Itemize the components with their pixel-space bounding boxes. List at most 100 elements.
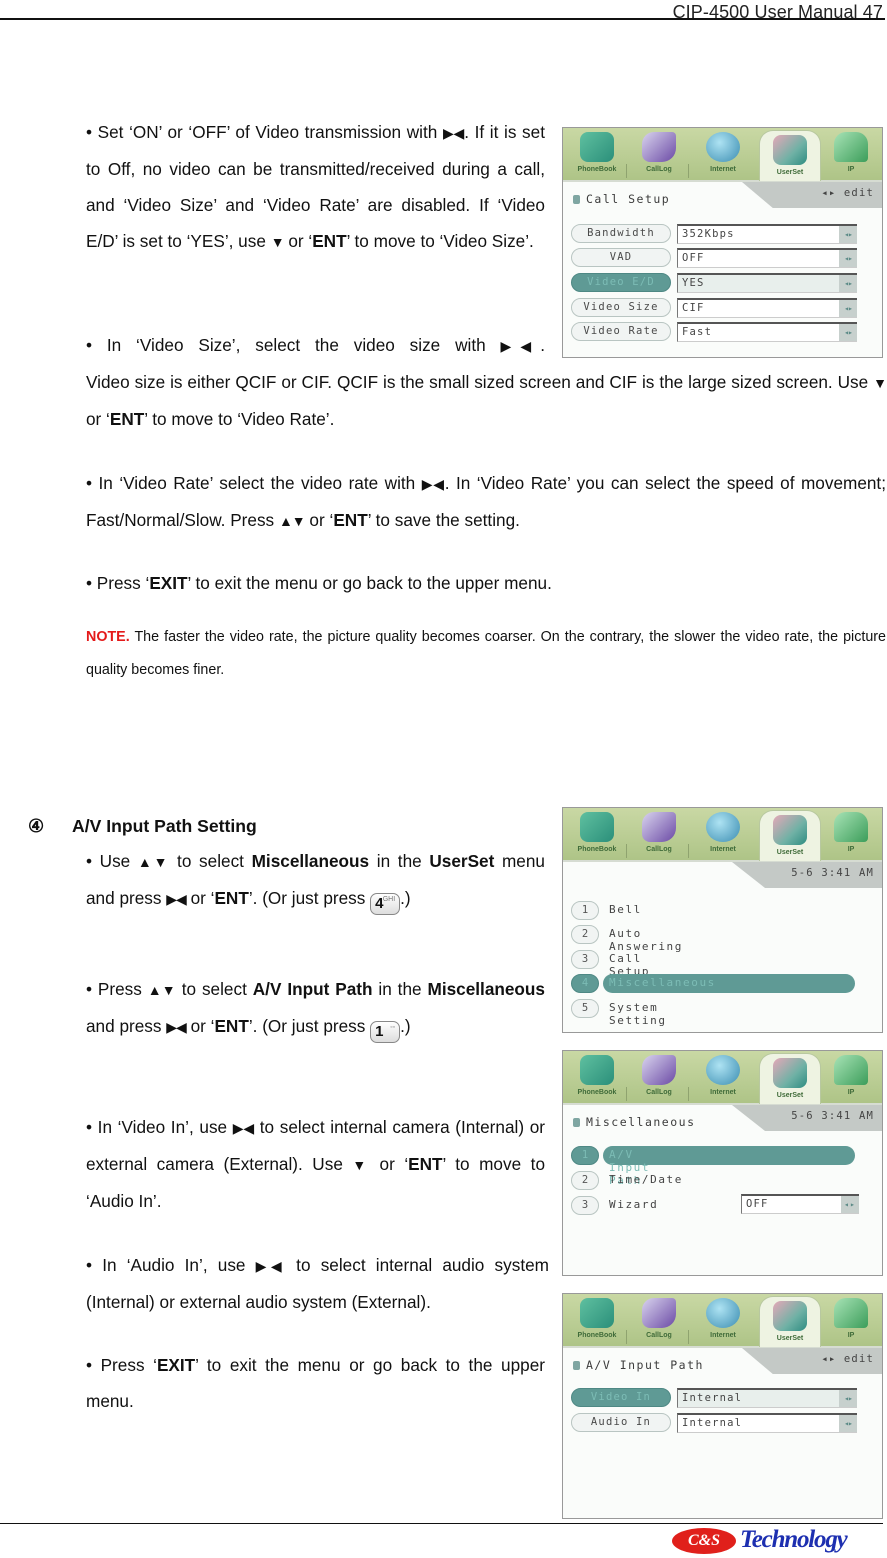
paragraph-audio-in: • In ‘Audio In’, use ▶◀ to select intern… <box>86 1255 549 1312</box>
down-arrow-icon: ▼ <box>270 234 285 250</box>
paragraph-video-in: • In ‘Video In’, use ▶◀ to select intern… <box>86 1117 546 1211</box>
screen-title: A/V Input Path <box>586 1358 704 1372</box>
tab-phonebook: PhoneBook <box>567 1294 627 1346</box>
tab-internet: Internet <box>693 128 753 180</box>
note-label: NOTE. <box>86 629 130 645</box>
userset-icon <box>773 1301 807 1331</box>
left-right-arrows-icon: ▶◀ <box>166 891 187 907</box>
tab-internet: Internet <box>693 1294 753 1346</box>
left-right-arrows-icon: ▶◀ <box>232 1120 255 1136</box>
paragraph-video-size-a: • In ‘Video Size’, select the video size… <box>86 335 545 355</box>
logo-mark: C&S <box>672 1528 736 1554</box>
ip-icon <box>834 812 868 842</box>
calllog-icon <box>642 812 676 842</box>
footer-rule <box>0 1523 883 1524</box>
exit-key-label: EXIT <box>149 573 188 593</box>
internet-icon <box>706 132 740 162</box>
bullet-icon <box>573 1361 580 1370</box>
paragraph-select-misc: • Use ▲▼ to select Miscellaneous in the … <box>86 843 545 917</box>
screenshot-av-input-path: PhoneBook CallLog Internet UserSet IP ◂▸… <box>562 1293 883 1519</box>
tab-internet: Internet <box>693 808 753 860</box>
bullet-icon <box>573 195 580 204</box>
screen-title-bar: 5-6 3:41 AM <box>563 862 882 888</box>
bullet-icon <box>573 1118 580 1127</box>
note: NOTE. The faster the video rate, the pic… <box>86 621 886 687</box>
phonebook-icon <box>580 1298 614 1328</box>
tab-calllog: CallLog <box>629 1294 689 1346</box>
left-right-arrows-icon: ◂▸ <box>839 300 857 317</box>
calllog-icon <box>642 132 676 162</box>
tab-bar: PhoneBook CallLog Internet UserSet IP <box>563 128 882 182</box>
tab-userset: UserSet <box>759 1296 821 1347</box>
left-right-arrows-icon: ◂▸ <box>839 324 857 341</box>
tab-phonebook: PhoneBook <box>567 808 627 860</box>
tab-ip: IP <box>821 808 881 860</box>
section-number: ④ <box>28 816 45 836</box>
userset-icon <box>773 815 807 845</box>
down-arrow-icon: ▼ <box>352 1157 371 1173</box>
left-right-arrows-icon: ◂▸ <box>839 275 857 292</box>
ent-key-label: ENT <box>333 510 368 530</box>
tab-internet: Internet <box>693 1051 753 1103</box>
section-heading: ④ A/V Input Path Setting <box>28 816 257 837</box>
userset-icon <box>773 135 807 165</box>
screen-title-bar: ◂▸ edit Call Setup <box>563 182 882 208</box>
tab-ip: IP <box>821 1294 881 1346</box>
phonebook-icon <box>580 1055 614 1085</box>
up-down-arrows-icon: ▲▼ <box>147 982 177 998</box>
userset-icon <box>773 1058 807 1088</box>
left-right-arrows-icon: ▶◀ <box>166 1019 187 1035</box>
date-time: 5-6 3:41 AM <box>791 1110 874 1122</box>
screen-title: Miscellaneous <box>586 1115 696 1129</box>
ent-key-label: ENT <box>109 409 145 429</box>
tab-bar: PhoneBook CallLog Internet UserSet IP <box>563 1294 882 1348</box>
key-4-icon: 4 GHI <box>370 893 401 915</box>
tab-userset: UserSet <box>759 1053 821 1104</box>
calllog-icon <box>642 1298 676 1328</box>
screenshot-miscellaneous: PhoneBook CallLog Internet UserSet IP 5-… <box>562 1050 883 1276</box>
screen-title-bar: 5-6 3:41 AM Miscellaneous <box>563 1105 882 1131</box>
down-arrow-icon: ▼ <box>873 375 887 391</box>
ent-key-label: ENT <box>214 888 249 908</box>
left-right-arrows-icon: ◂▸ <box>839 226 857 243</box>
paragraph-exit: • Press ‘EXIT’ to exit the menu or go ba… <box>86 573 552 593</box>
paragraph-exit-2: • Press ‘EXIT’ to exit the menu or go ba… <box>86 1355 545 1411</box>
ip-icon <box>834 1055 868 1085</box>
up-down-arrows-icon: ▲▼ <box>278 513 306 529</box>
tab-bar: PhoneBook CallLog Internet UserSet IP <box>563 1051 882 1105</box>
up-down-arrows-icon: ▲▼ <box>137 854 171 870</box>
paragraph-video-size-b: Video size is either QCIF or CIF. QCIF i… <box>86 372 887 429</box>
edit-hint: ◂▸ edit <box>821 1353 874 1365</box>
date-time: 5-6 3:41 AM <box>791 867 874 879</box>
left-right-arrows-icon: ◂▸ <box>839 1415 857 1432</box>
key-1-icon: 1 ◦◦ <box>370 1021 401 1043</box>
screen-title-bar: ◂▸ edit A/V Input Path <box>563 1348 882 1374</box>
tab-calllog: CallLog <box>629 128 689 180</box>
edit-hint: ◂▸ edit <box>821 187 874 199</box>
left-right-arrows-icon: ▶◀ <box>442 125 465 141</box>
header-rule <box>0 18 885 20</box>
screen-title: Call Setup <box>586 192 671 206</box>
left-right-arrows-icon: ◂▸ <box>841 1196 859 1213</box>
paragraph-select-av-path: • Press ▲▼ to select A/V Input Path in t… <box>86 971 545 1045</box>
tab-bar: PhoneBook CallLog Internet UserSet IP <box>563 808 882 862</box>
exit-key-label: EXIT <box>156 1355 196 1375</box>
section-title: A/V Input Path Setting <box>72 816 257 836</box>
screenshot-call-setup: PhoneBook CallLog Internet UserSet IP ◂▸… <box>562 127 883 358</box>
left-right-arrows-icon: ◂▸ <box>839 1390 857 1407</box>
tab-calllog: CallLog <box>629 808 689 860</box>
note-text: The faster the video rate, the picture q… <box>86 629 886 678</box>
tab-ip: IP <box>821 1051 881 1103</box>
paragraph-video-rate: • In ‘Video Rate’ select the video rate … <box>86 473 886 530</box>
tab-calllog: CallLog <box>629 1051 689 1103</box>
tab-ip: IP <box>821 128 881 180</box>
left-right-arrows-icon: ▶◀ <box>421 476 446 492</box>
ent-key-label: ENT <box>408 1154 443 1174</box>
phonebook-icon <box>580 812 614 842</box>
logo-text: Technology <box>740 1526 848 1553</box>
calllog-icon <box>642 1055 676 1085</box>
ent-key-label: ENT <box>312 231 347 251</box>
tab-userset: UserSet <box>759 810 821 861</box>
phonebook-icon <box>580 132 614 162</box>
internet-icon <box>706 812 740 842</box>
